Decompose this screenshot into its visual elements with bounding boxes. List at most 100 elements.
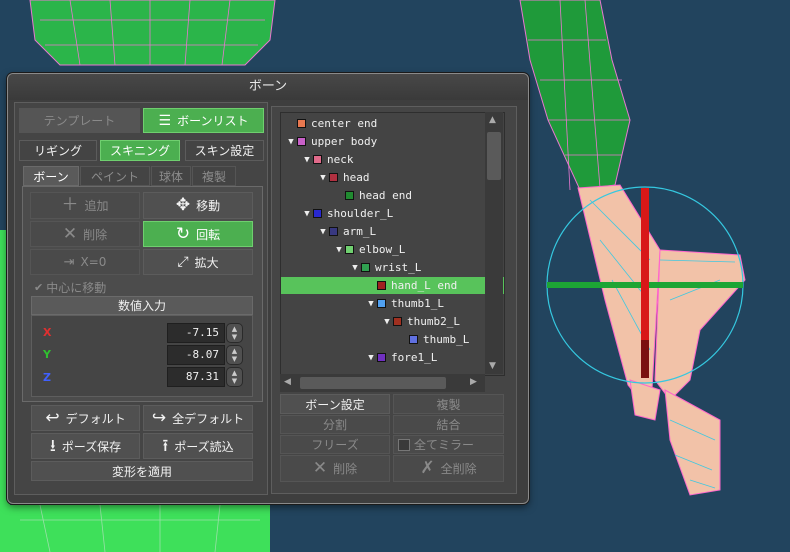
bone-color-swatch (313, 155, 322, 164)
expand-arrow-icon[interactable]: ▼ (365, 353, 377, 363)
split-button[interactable]: 分割 (280, 415, 390, 434)
skin-settings-button[interactable]: スキン設定 (185, 140, 264, 161)
x-value-field[interactable]: -7.15 (167, 323, 225, 343)
close-icon: ✕ (62, 223, 78, 244)
bone-color-swatch (377, 353, 386, 362)
add-button[interactable]: ＋ 追加 (30, 192, 140, 219)
scroll-right-icon: ▶ (470, 377, 477, 387)
delete-button[interactable]: ✕ 削除 (280, 455, 390, 482)
tree-row[interactable]: hand_L end (281, 277, 504, 294)
scale-icon: ⤢ (177, 254, 189, 270)
expand-arrow-icon[interactable]: ▼ (333, 245, 345, 255)
tree-row[interactable]: ▼ head (281, 169, 504, 186)
scale-button[interactable]: ⤢ 拡大 (143, 249, 253, 275)
chevron-up-icon: ▲ (231, 347, 238, 355)
tree-row[interactable]: ▼ arm_L (281, 223, 504, 240)
tree-row[interactable]: ▼ thumb1_L (281, 295, 504, 312)
vertical-scrollbar[interactable]: ▲ ▼ (485, 112, 503, 374)
bone-tree[interactable]: center end ▼ upper body ▼ neck ▼ head head end ▼… (280, 112, 505, 376)
tree-row[interactable]: center end (281, 115, 490, 132)
expand-arrow-icon[interactable]: ▼ (285, 137, 297, 147)
bone-label: thumb1_L (391, 297, 444, 310)
chevron-down-icon: ▼ (231, 377, 238, 385)
bone-label: upper body (311, 135, 378, 148)
dialog-title: ボーン (8, 74, 528, 100)
tab-sphere[interactable]: 球体 (151, 166, 191, 186)
bone-color-swatch (345, 245, 354, 254)
expand-arrow-icon[interactable]: ▼ (301, 155, 313, 165)
bone-color-swatch (377, 281, 386, 290)
bone-color-swatch (313, 209, 322, 218)
bone-label: shoulder_L (327, 207, 394, 220)
scroll-thumb-h[interactable] (300, 377, 446, 389)
bone-label: thumb_L (423, 333, 470, 346)
download-icon: ⭳ (49, 435, 56, 456)
x-stepper[interactable]: ▲ ▼ (226, 323, 243, 343)
bone-color-swatch (345, 191, 354, 200)
z-stepper[interactable]: ▲ ▼ (226, 367, 243, 387)
expand-arrow-icon[interactable]: ▼ (317, 227, 329, 237)
merge-button[interactable]: 結合 (393, 415, 504, 434)
tab-duplicate[interactable]: 複製 (192, 166, 236, 186)
bone-label: center end (311, 117, 378, 130)
tree-row[interactable]: ▼ elbow_L (281, 241, 504, 258)
expand-arrow-icon[interactable]: ▼ (381, 317, 393, 327)
y-value-field[interactable]: -8.07 (167, 345, 225, 365)
y-stepper[interactable]: ▲ ▼ (226, 345, 243, 365)
default-button[interactable]: ↩ デフォルト (31, 405, 140, 431)
tree-row[interactable]: ▼ neck (281, 151, 504, 168)
scroll-down-icon: ▼ (489, 361, 496, 371)
chevron-down-icon: ▼ (231, 333, 238, 341)
bone-color-swatch (409, 335, 418, 344)
expand-arrow-icon[interactable]: ▼ (365, 299, 377, 309)
duplicate-button[interactable]: 複製 (393, 394, 504, 414)
expand-arrow-icon[interactable]: ▼ (349, 263, 361, 273)
upper-arm-mesh (519, 0, 631, 191)
rigging-tab[interactable]: リギング (19, 140, 97, 161)
save-pose-button[interactable]: ⭳ ポーズ保存 (31, 433, 140, 459)
tree-row[interactable]: ▼ wrist_L (281, 259, 504, 276)
z-label: Z (43, 371, 51, 384)
all-default-button[interactable]: ↪ 全デフォルト (143, 405, 253, 431)
bone-label: neck (327, 153, 354, 166)
rotate-button[interactable]: ↻ 回転 (143, 221, 253, 247)
tree-row[interactable]: ▼ thumb2_L (281, 313, 504, 330)
expand-arrow-icon[interactable]: ▼ (301, 209, 313, 219)
tree-row[interactable]: ▼ upper body (281, 133, 490, 150)
center-move-checkbox[interactable]: ✔ 中心に移動 (34, 279, 106, 296)
bone-color-swatch (393, 317, 402, 326)
x0-button[interactable]: ⇥ X=0 (30, 249, 140, 275)
apply-deform-button[interactable]: 変形を適用 (31, 461, 253, 481)
bone-label: hand_L end (391, 279, 458, 292)
bone-list-button[interactable]: ☰ ボーンリスト (143, 108, 264, 133)
load-pose-button[interactable]: ⭱ ポーズ読込 (143, 433, 253, 459)
freeze-button[interactable]: フリーズ (280, 435, 390, 454)
template-button[interactable]: テンプレート (19, 108, 140, 133)
z-value-field[interactable]: 87.31 (167, 367, 225, 387)
tab-bone[interactable]: ボーン (23, 166, 79, 186)
undo-icon: ↩ (45, 407, 60, 428)
rotate-icon: ↻ (175, 223, 191, 244)
expand-arrow-icon[interactable]: ▼ (317, 173, 329, 183)
tree-row[interactable]: thumb_L (281, 331, 504, 348)
all-mirror-checkbox[interactable]: 全てミラー (393, 435, 504, 454)
bone-settings-button[interactable]: ボーン設定 (280, 394, 390, 414)
delete-bone-button[interactable]: ✕ 削除 (30, 221, 140, 247)
upload-icon: ⭱ (162, 435, 169, 456)
tree-row[interactable]: ▼ shoulder_L (281, 205, 504, 222)
tab-paint[interactable]: ペイント (80, 166, 150, 186)
delete-all-button[interactable]: ✗ 全削除 (393, 455, 504, 482)
scroll-thumb[interactable] (487, 132, 501, 180)
tree-row[interactable]: ▼ fore1_L (281, 349, 504, 366)
undo-all-icon: ↪ (151, 407, 167, 428)
scroll-up-icon: ▲ (489, 115, 496, 125)
move-button[interactable]: ✥ 移動 (143, 192, 253, 219)
skinning-tab[interactable]: スキニング (100, 140, 180, 161)
bone-label: elbow_L (359, 243, 406, 256)
tree-row[interactable]: head end (281, 187, 504, 204)
chevron-up-icon: ▲ (231, 369, 238, 377)
x-label: X (43, 326, 52, 339)
checkbox-box-icon (398, 438, 410, 451)
chevron-down-icon: ▼ (231, 355, 238, 363)
horizontal-scrollbar[interactable]: ◀ ▶ (280, 374, 485, 392)
